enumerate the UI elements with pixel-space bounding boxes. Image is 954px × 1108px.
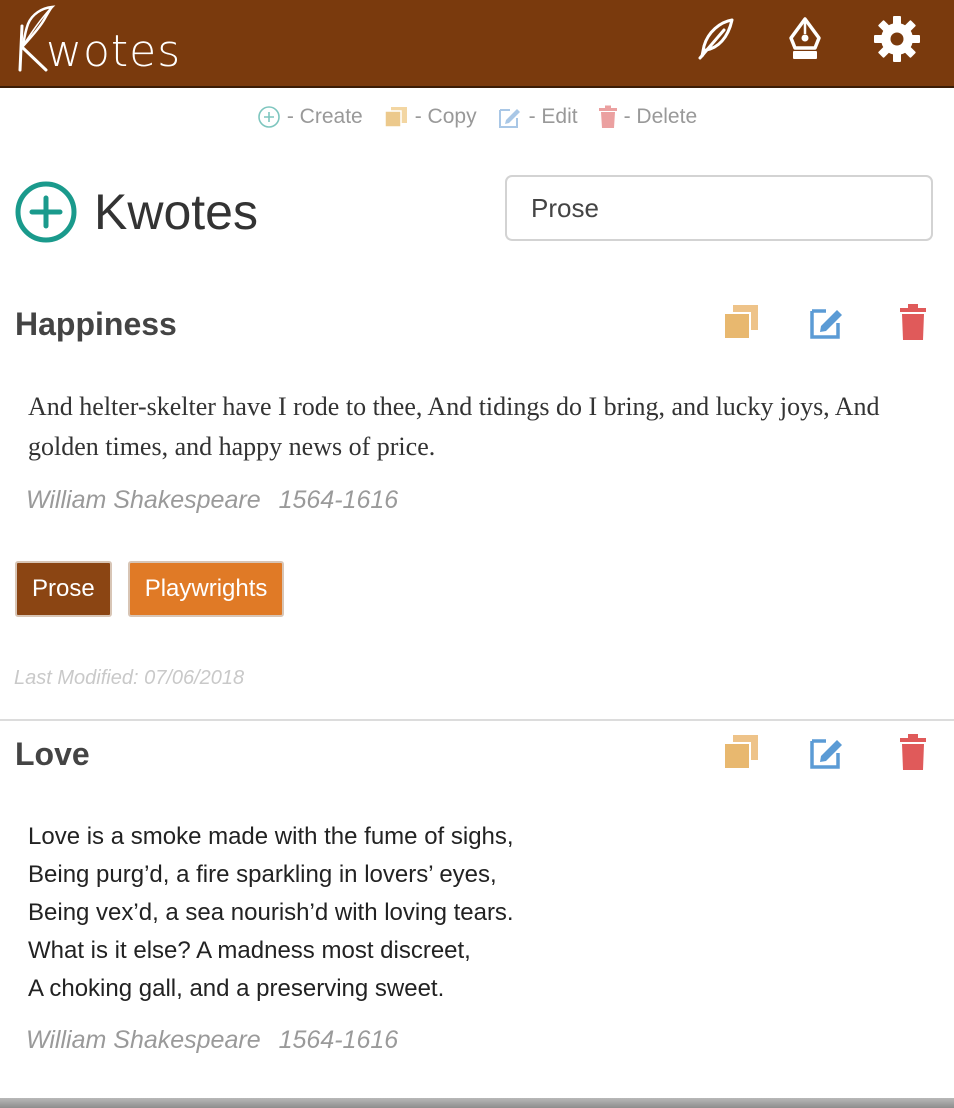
quote-author: William Shakespeare: [26, 486, 261, 514]
quote-actions: [722, 733, 932, 771]
filter-input[interactable]: [505, 175, 933, 241]
legend-create-label: - Create: [286, 105, 363, 128]
quote-line: Love is a smoke made with the fume of si…: [28, 823, 514, 850]
app-logo[interactable]: wotes: [12, 4, 212, 77]
quote-text: And helter-skelter have I rode to thee, …: [28, 392, 880, 461]
window-bottom-edge: [0, 1098, 954, 1108]
tag-playwrights[interactable]: Playwrights: [127, 561, 285, 617]
tag-list: Prose Playwrights: [15, 561, 285, 617]
quote-title: Love: [15, 736, 90, 772]
legend-edit-label: - Edit: [528, 105, 578, 128]
edit-icon: [810, 309, 842, 339]
copy-button[interactable]: [722, 733, 760, 771]
tag-prose[interactable]: Prose: [15, 561, 112, 617]
quote-years: 1564-1616: [278, 486, 399, 514]
edit-icon: [810, 739, 842, 769]
quote-line: A choking gall, and a preserving sweet.: [28, 975, 445, 1002]
copy-icon: [383, 107, 407, 128]
quote-author: William Shakespeare: [26, 1026, 261, 1054]
quote-line: Being purg’d, a fire sparkling in lovers…: [28, 861, 497, 888]
copy-icon: [723, 305, 758, 340]
trash-icon: [900, 304, 926, 340]
edit-button[interactable]: [808, 733, 846, 771]
legend-create: - Create: [257, 105, 363, 129]
quote-author-line: William Shakespeare 1564-1616: [26, 486, 398, 515]
trash-icon: [598, 105, 617, 128]
plus-circle-icon: [258, 106, 280, 128]
quote-text: Love is a smoke made with the fume of si…: [28, 818, 908, 1008]
quote-years: 1564-1616: [278, 1026, 399, 1054]
legend-copy-label: - Copy: [414, 105, 477, 128]
delete-button[interactable]: [894, 733, 932, 771]
copy-icon: [723, 735, 758, 770]
quote-line: What is it else? A madness most discreet…: [28, 937, 471, 964]
legend-copy: - Copy: [383, 105, 477, 129]
pen-nib-icon[interactable]: [780, 14, 830, 64]
legend-delete-label: - Delete: [623, 105, 698, 128]
quote-actions: [722, 303, 932, 341]
feather-icon[interactable]: [692, 14, 742, 64]
copy-button[interactable]: [722, 303, 760, 341]
legend-edit: - Edit: [497, 105, 578, 129]
quote-line: Being vex’d, a sea nourish’d with loving…: [28, 899, 514, 926]
quote-title: Happiness: [15, 306, 177, 342]
edit-icon: [498, 109, 520, 128]
gear-icon[interactable]: [872, 14, 922, 64]
quote-divider: [0, 719, 954, 721]
page-title: Kwotes: [94, 184, 258, 240]
quote-author-line: William Shakespeare 1564-1616: [26, 1026, 398, 1055]
last-modified: Last Modified: 07/06/2018: [14, 667, 245, 689]
action-legend: - Create - Copy - Edit - Delete: [0, 105, 954, 129]
app-header: wotes: [0, 0, 954, 88]
logo-wordmark: wotes: [46, 26, 182, 77]
delete-button[interactable]: [894, 303, 932, 341]
add-quote-button[interactable]: [14, 180, 78, 244]
trash-icon: [900, 734, 926, 770]
legend-delete: - Delete: [598, 105, 698, 129]
edit-button[interactable]: [808, 303, 846, 341]
